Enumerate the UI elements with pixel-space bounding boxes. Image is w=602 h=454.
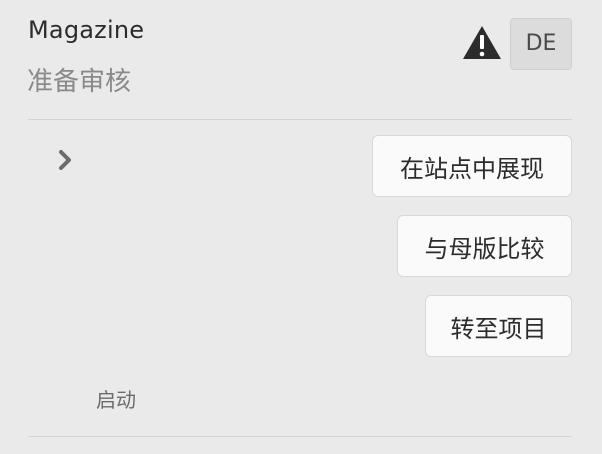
top-divider [28,119,572,120]
view-on-site-button[interactable]: 在站点中展现 [372,135,572,197]
go-to-project-button[interactable]: 转至项目 [425,295,572,357]
language-badge: DE [510,18,572,70]
launch-label: 启动 [96,388,136,412]
compare-master-button[interactable]: 与母版比较 [397,215,572,277]
status-subtitle: 准备审核 [27,67,132,97]
warning-icon [463,26,501,59]
page-title: Magazine [28,16,145,44]
chevron-right-icon[interactable] [56,148,76,172]
bottom-divider [28,436,572,437]
